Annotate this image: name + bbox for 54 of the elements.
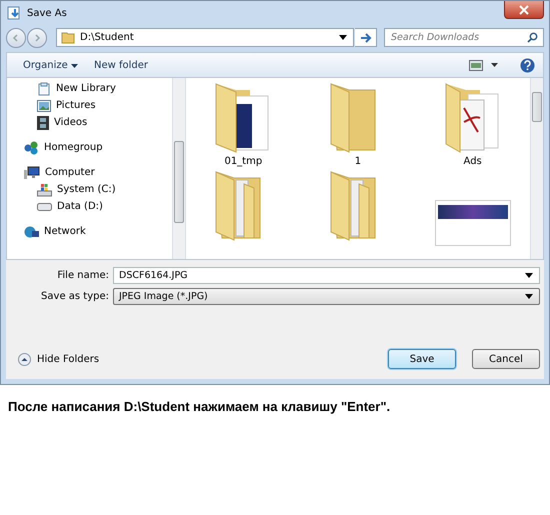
- file-label[interactable]: 01_tmp: [224, 156, 262, 167]
- back-button[interactable]: [6, 28, 26, 48]
- dropdown-caret-icon[interactable]: [339, 35, 347, 40]
- hide-folders-link[interactable]: Hide Folders: [37, 354, 100, 364]
- nav-item[interactable]: Pictures: [7, 97, 172, 114]
- nav-item[interactable]: Computer: [7, 164, 172, 181]
- close-icon: [519, 4, 529, 14]
- file-label[interactable]: 1: [354, 156, 362, 167]
- save-icon: [6, 5, 22, 21]
- dropdown-caret-icon: [70, 64, 78, 68]
- library-icon: [37, 82, 51, 96]
- field-label: Save as type:: [40, 291, 109, 302]
- search-icon: [527, 32, 538, 43]
- network-icon: [24, 226, 39, 238]
- nav-item[interactable]: Network: [7, 223, 172, 240]
- organize-button[interactable]: Organize: [19, 58, 82, 72]
- caption-text: После написания D:\Student нажимаем на клавишу "Enter".: [8, 399, 392, 414]
- cancel-button[interactable]: Cancel: [472, 349, 540, 369]
- scrollbar-thumb[interactable]: [174, 141, 184, 223]
- nav-item[interactable]: Data (D:): [7, 198, 172, 215]
- file-type-dropdown[interactable]: JPEG Image (*.JPG): [113, 288, 540, 305]
- help-icon[interactable]: [520, 58, 535, 72]
- dropdown-caret-icon[interactable]: [525, 294, 533, 299]
- save-button[interactable]: Save: [388, 349, 456, 369]
- picture-icon: [37, 100, 51, 112]
- collapse-icon[interactable]: [18, 352, 31, 366]
- file-label[interactable]: Ads: [464, 156, 482, 167]
- nav-item[interactable]: System (C:): [7, 181, 172, 198]
- nav-item[interactable]: Videos: [7, 114, 172, 131]
- new-folder-button[interactable]: New folder: [90, 58, 152, 72]
- drive-icon: [37, 202, 52, 210]
- nav-item[interactable]: New Library: [7, 80, 172, 97]
- file-name-field[interactable]: DSCF6164.JPG: [113, 267, 540, 284]
- go-button[interactable]: [355, 28, 377, 47]
- scrollbar[interactable]: [530, 78, 543, 259]
- homegroup-icon: [24, 140, 39, 154]
- computer-icon: [24, 166, 40, 180]
- view-icon[interactable]: [469, 60, 483, 70]
- forward-button[interactable]: [27, 28, 47, 48]
- drive-icon: [37, 182, 52, 196]
- scrollbar-thumb[interactable]: [532, 92, 542, 122]
- search-field[interactable]: Search Downloads: [384, 28, 544, 47]
- window-title: Save As: [27, 8, 67, 18]
- webpage-thumbnail[interactable]: [434, 200, 511, 246]
- arrow-icon: [360, 32, 372, 42]
- close-button[interactable]: [504, 1, 544, 19]
- dropdown-caret-icon[interactable]: [491, 63, 498, 67]
- nav-item[interactable]: Homegroup: [7, 139, 172, 156]
- dropdown-caret-icon[interactable]: [525, 273, 533, 278]
- address-field[interactable]: D:\Student: [56, 28, 354, 47]
- field-label: File name:: [56, 270, 109, 281]
- folder-icon: [61, 31, 75, 44]
- scrollbar[interactable]: [172, 78, 185, 259]
- film-icon: [37, 116, 49, 130]
